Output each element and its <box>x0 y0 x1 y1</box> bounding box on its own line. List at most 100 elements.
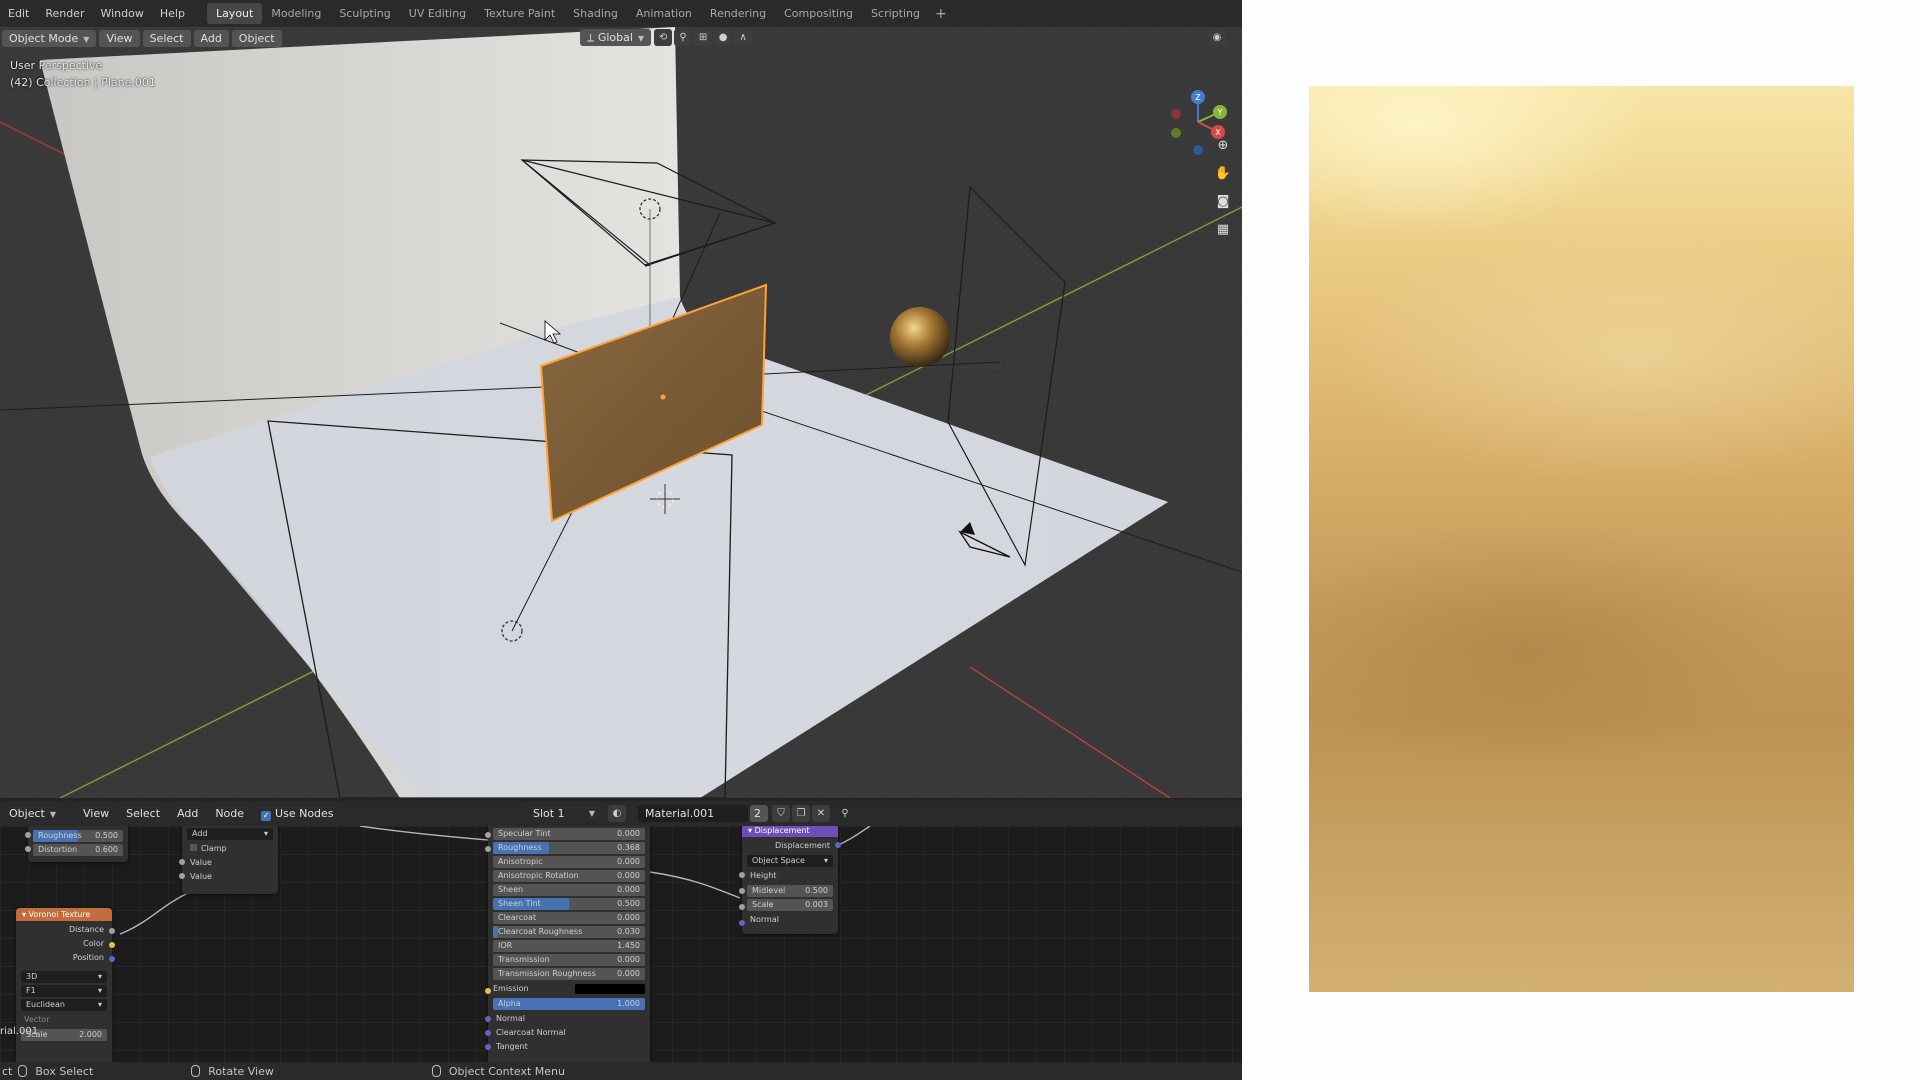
add-workspace-button[interactable]: + <box>929 6 953 22</box>
fake-user-shield-icon[interactable]: ⛉ <box>772 805 790 822</box>
voronoi-texture-node[interactable]: ▾ Voronoi Texture Distance Color Positio… <box>16 908 115 1062</box>
bsdf-alpha-field[interactable]: Alpha 1.000 <box>493 998 645 1010</box>
zoom-icon[interactable]: ⊕ <box>1212 135 1234 157</box>
voronoi-feature-select[interactable]: F1 ▾ <box>21 985 107 997</box>
3d-viewport[interactable]: Z Y X Object Mode ▼ View Select Add Objec… <box>0 27 1242 798</box>
voronoi-dimensions-select[interactable]: 3D ▾ <box>21 971 107 983</box>
close-icon[interactable]: ✕ <box>812 805 830 822</box>
view-menu[interactable]: View <box>99 29 140 47</box>
socket[interactable] <box>179 859 185 865</box>
tab-animation[interactable]: Animation <box>627 3 701 24</box>
tab-layout[interactable]: Layout <box>206 3 263 24</box>
socket[interactable] <box>739 888 745 894</box>
socket[interactable] <box>109 928 115 934</box>
math-clamp-row[interactable]: Clamp <box>182 842 278 856</box>
displacement-space-select[interactable]: Object Space ▾ <box>747 855 833 867</box>
tab-compositing[interactable]: Compositing <box>775 3 862 24</box>
socket[interactable] <box>485 1016 491 1022</box>
tab-rendering[interactable]: Rendering <box>701 3 775 24</box>
status-box-select: Box Select <box>18 1065 93 1078</box>
socket[interactable] <box>485 988 491 994</box>
noise-distortion-field[interactable]: Distortion 0.600 <box>33 844 123 856</box>
mode-selector[interactable]: Object Mode ▼ <box>2 29 97 47</box>
ortho-grid-icon[interactable]: ▦ <box>1212 219 1234 241</box>
bsdf-prop[interactable]: Sheen Tint 0.500 <box>493 898 645 910</box>
use-nodes-toggle[interactable]: ✓ Use Nodes <box>254 805 341 822</box>
tab-shading[interactable]: Shading <box>564 3 627 24</box>
socket[interactable] <box>485 1044 491 1050</box>
user-count[interactable]: 2 <box>750 805 768 822</box>
slot-selector[interactable]: Slot 1 ▼ <box>526 805 602 822</box>
tab-scripting[interactable]: Scripting <box>862 3 929 24</box>
math-operation-select[interactable]: Add ▾ <box>187 828 273 840</box>
proportional-edit-icon[interactable]: ● <box>714 29 733 46</box>
node-view-menu[interactable]: View <box>75 805 117 822</box>
mouse-middle-icon <box>191 1065 201 1077</box>
camera-view-icon[interactable]: ◙ <box>1212 191 1234 213</box>
node-select-menu[interactable]: Select <box>119 805 168 822</box>
socket[interactable] <box>109 942 115 948</box>
displacement-node[interactable]: ▾ Displacement Displacement Object Space… <box>739 826 841 934</box>
noise-roughness-field[interactable]: Roughness 0.500 <box>33 830 123 842</box>
bsdf-prop[interactable]: Transmission 0.000 <box>493 954 645 966</box>
bsdf-prop[interactable]: Clearcoat 0.000 <box>493 912 645 924</box>
material-name-field[interactable]: Material.001 <box>638 805 748 822</box>
bsdf-prop[interactable]: Anisotropic Rotation 0.000 <box>493 870 645 882</box>
socket[interactable] <box>109 956 115 962</box>
editor-type-object[interactable]: Object ▼ <box>2 805 63 822</box>
voronoi-scale-field[interactable]: Scale 2.000 <box>21 1029 107 1041</box>
orientation-selector[interactable]: ⟂ Global ▼ <box>580 29 652 46</box>
snap-target-icon[interactable]: ⊞ <box>694 29 713 46</box>
pin-icon[interactable]: ⚲ <box>836 805 854 822</box>
socket[interactable] <box>179 873 185 879</box>
socket[interactable] <box>739 872 745 878</box>
tab-sculpting[interactable]: Sculpting <box>330 3 399 24</box>
tab-modeling[interactable]: Modeling <box>262 3 330 24</box>
displacement-midlevel-field[interactable]: Midlevel 0.500 <box>747 885 833 897</box>
visibility-icon[interactable]: ◉ <box>1208 29 1226 46</box>
falloff-icon[interactable]: ∧ <box>734 29 753 46</box>
material-browse-icon[interactable]: ◐ <box>608 805 626 822</box>
tab-texture-paint[interactable]: Texture Paint <box>475 3 564 24</box>
object-menu[interactable]: Object <box>231 29 282 47</box>
menu-help[interactable]: Help <box>152 0 193 27</box>
emission-color-swatch[interactable] <box>575 984 645 994</box>
add-menu[interactable]: Add <box>193 29 229 47</box>
noise-texture-node[interactable]: Roughness 0.500 Distortion 0.600 <box>25 826 128 862</box>
bsdf-prop[interactable]: Transmission Roughness 0.000 <box>493 968 645 980</box>
principled-bsdf-node[interactable]: Specular Tint 0.000 Roughness 0.368 Anisot… <box>485 826 650 1062</box>
socket[interactable] <box>25 846 31 852</box>
socket[interactable] <box>485 832 491 838</box>
snap-icon[interactable]: ⚲ <box>674 29 693 46</box>
bsdf-prop[interactable]: IOR 1.450 <box>493 940 645 952</box>
voronoi-node-header[interactable]: ▾ Voronoi Texture <box>16 908 112 921</box>
menu-render[interactable]: Render <box>37 0 92 27</box>
socket[interactable] <box>485 846 491 852</box>
menu-window[interactable]: Window <box>92 0 151 27</box>
tab-uv-editing[interactable]: UV Editing <box>400 3 475 24</box>
socket[interactable] <box>485 1030 491 1036</box>
pivot-icon[interactable]: ⟲ <box>654 29 673 46</box>
bsdf-emission-row[interactable]: Emission <box>488 982 650 996</box>
bsdf-prop[interactable]: Clearcoat Roughness 0.030 <box>493 926 645 938</box>
duplicate-icon[interactable]: ❐ <box>792 805 810 822</box>
bsdf-prop[interactable]: Sheen 0.000 <box>493 884 645 896</box>
socket[interactable] <box>739 904 745 910</box>
socket[interactable] <box>739 920 745 926</box>
displacement-node-header[interactable]: ▾ Displacement <box>742 826 838 837</box>
socket[interactable] <box>25 832 31 838</box>
math-node[interactable]: Add ▾ Clamp Value Value <box>179 826 278 894</box>
bsdf-prop[interactable]: Roughness 0.368 <box>493 842 645 854</box>
bsdf-prop[interactable]: Anisotropic 0.000 <box>493 856 645 868</box>
node-editor-canvas[interactable]: Roughness 0.500 Distortion 0.600 Add ▾ Clam… <box>0 826 1242 1062</box>
node-node-menu[interactable]: Node <box>208 805 252 822</box>
displacement-scale-field[interactable]: Scale 0.003 <box>747 899 833 911</box>
bsdf-prop[interactable]: Specular Tint 0.000 <box>493 828 645 840</box>
gold-sphere-object[interactable] <box>890 307 950 367</box>
voronoi-metric-select[interactable]: Euclidean ▾ <box>21 999 107 1011</box>
node-add-menu[interactable]: Add <box>170 805 206 822</box>
socket[interactable] <box>835 842 841 848</box>
pan-hand-icon[interactable]: ✋ <box>1212 163 1234 185</box>
menu-edit[interactable]: Edit <box>0 0 37 27</box>
select-menu[interactable]: Select <box>142 29 191 47</box>
